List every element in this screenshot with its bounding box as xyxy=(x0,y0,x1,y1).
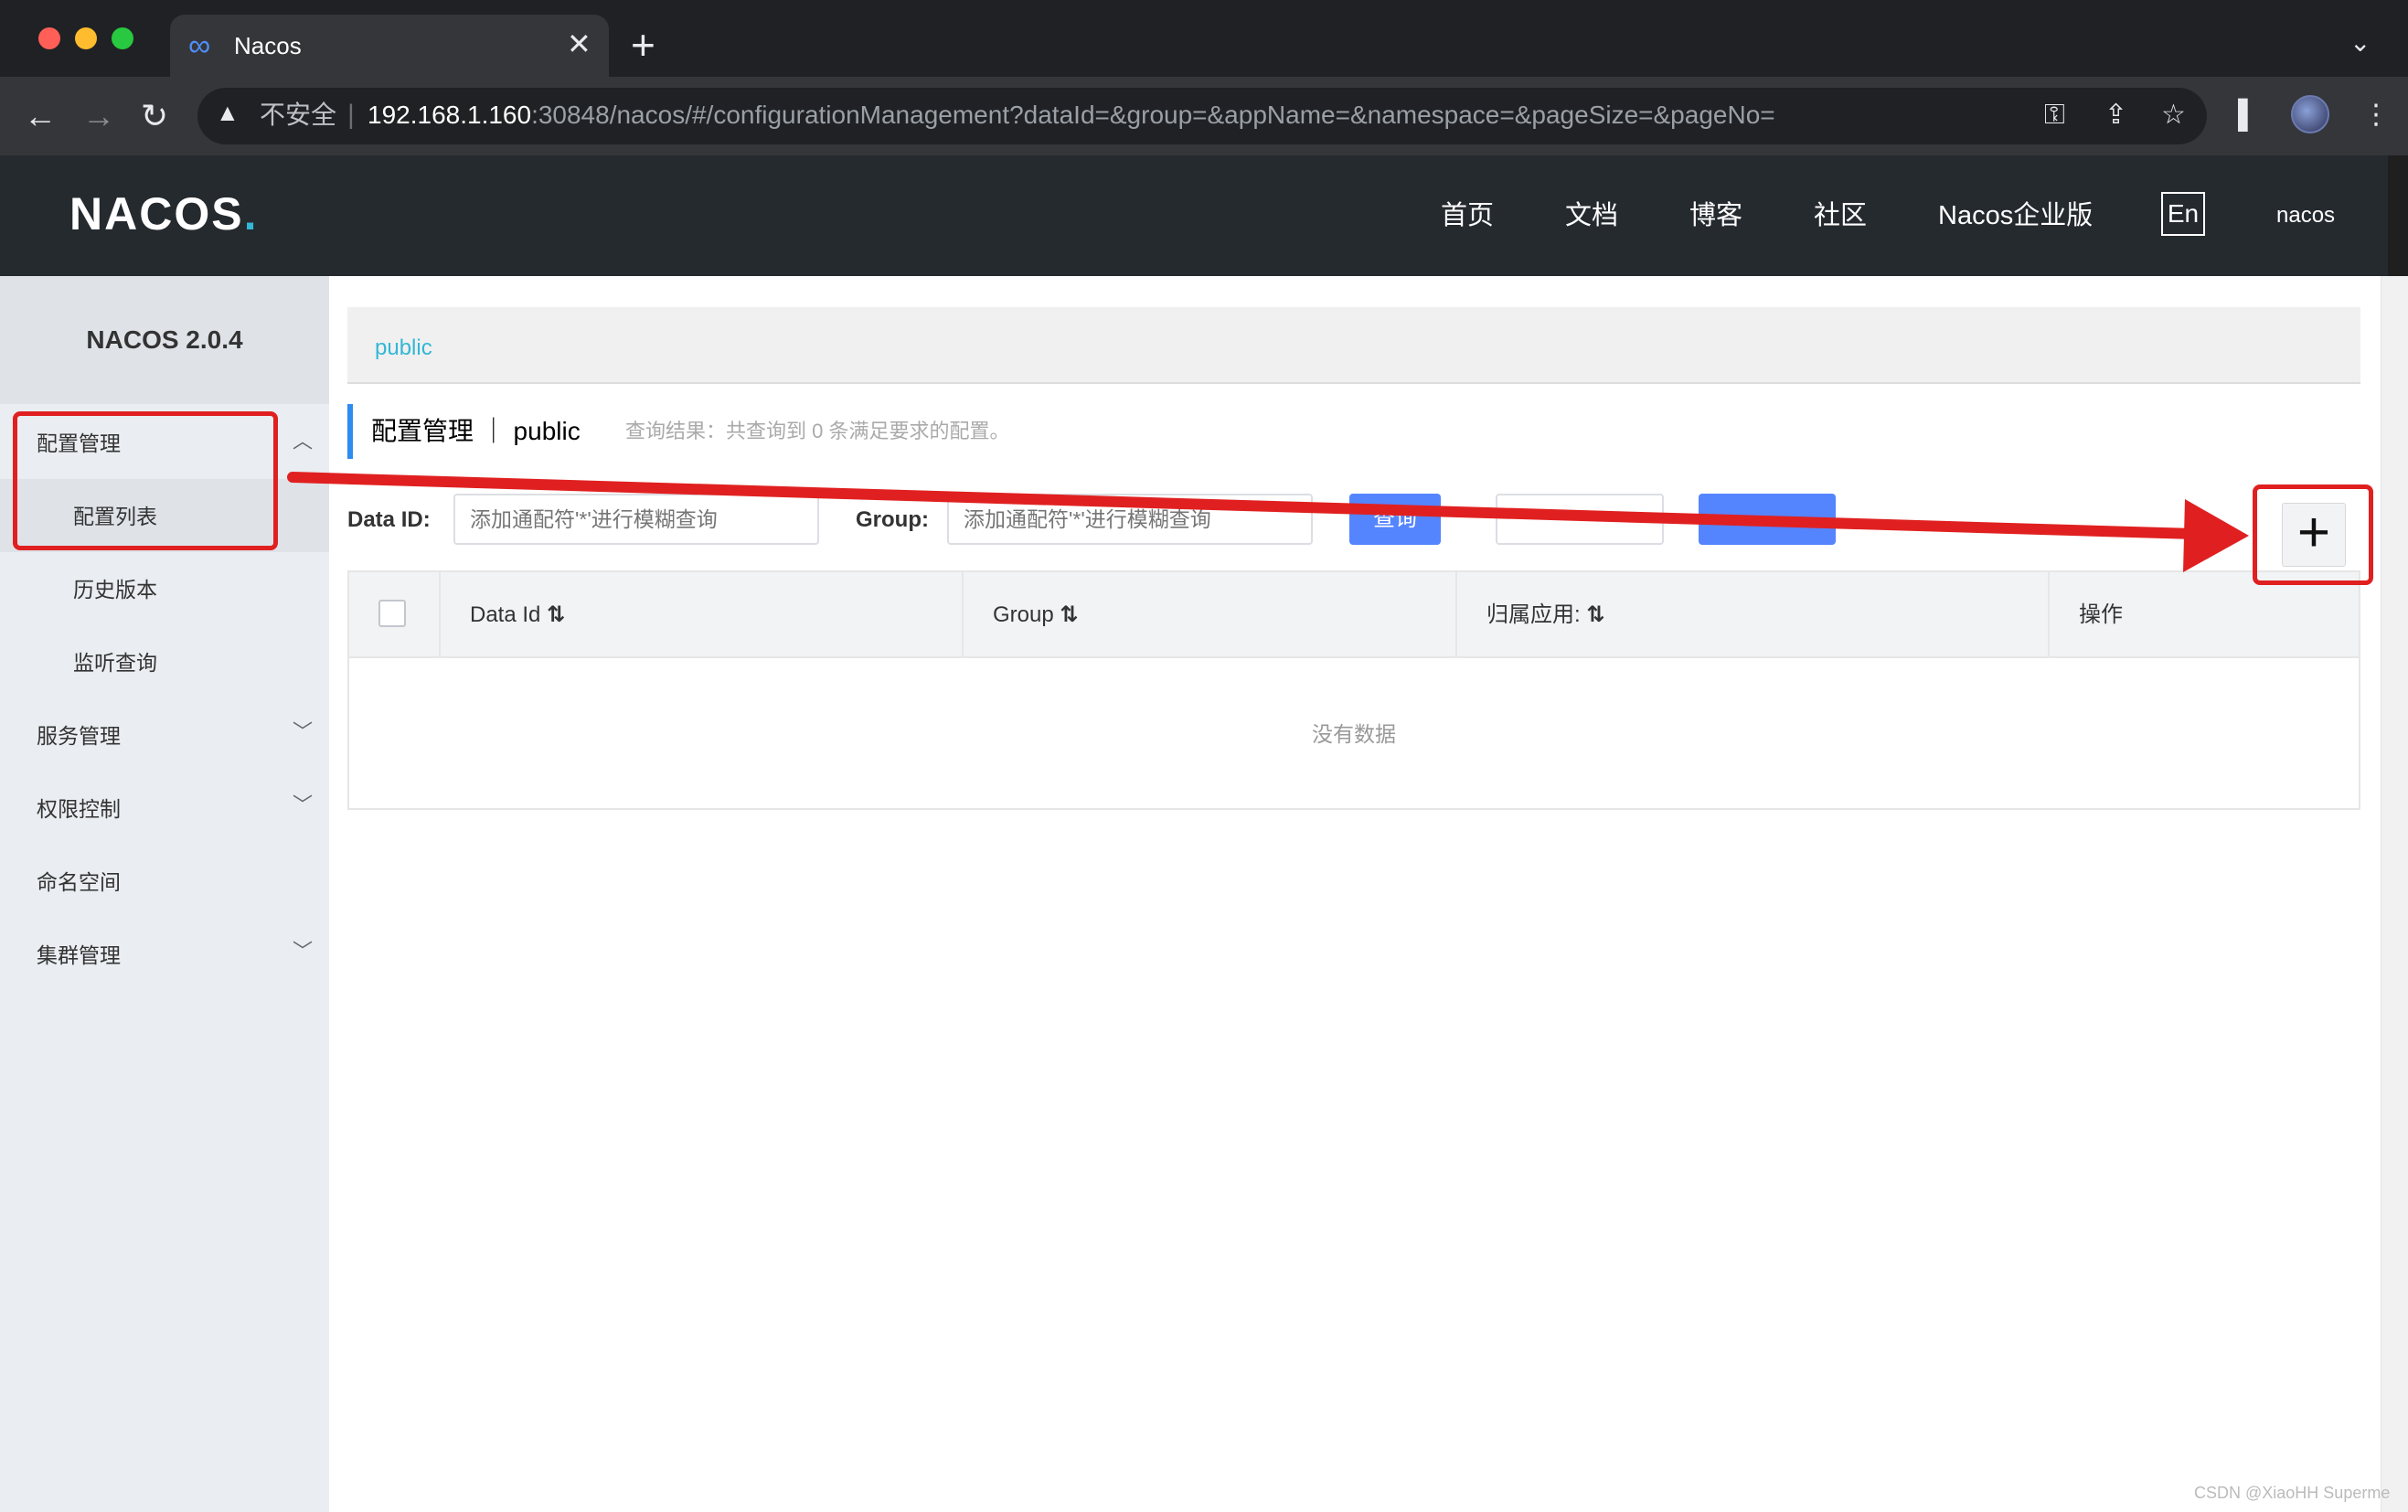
chevron-down-icon[interactable]: ﹀ xyxy=(293,938,313,965)
column-app-label: 归属应用: xyxy=(1486,602,1581,627)
sidebar-item-listener-query[interactable]: 监听查询 xyxy=(73,647,157,678)
watermark: CSDN @XiaoHH Superme xyxy=(2194,1484,2391,1502)
sidebar-title: NACOS 2.0.4 xyxy=(86,325,243,354)
nacos-logo[interactable]: NACOS. xyxy=(69,186,258,241)
namespace-bar xyxy=(347,307,2360,384)
group-label: Group: xyxy=(856,507,929,532)
import-config-button[interactable] xyxy=(1699,494,1836,545)
logo-text: NACOS xyxy=(69,188,244,240)
security-label[interactable]: 不安全 xyxy=(260,97,336,133)
reload-icon[interactable]: ↻ xyxy=(141,95,168,137)
add-button-highlight-annotation xyxy=(2253,484,2373,585)
warning-icon[interactable]: ▲ xyxy=(216,99,240,127)
page-title-accent xyxy=(347,404,353,459)
data-id-label: Data ID: xyxy=(347,507,431,532)
sort-icon[interactable]: ⇅ xyxy=(547,602,565,627)
group-input[interactable] xyxy=(947,494,1313,545)
column-group[interactable]: Group ⇅ xyxy=(993,600,1078,631)
user-menu[interactable]: nacos xyxy=(2276,201,2335,230)
nav-community[interactable]: 社区 xyxy=(1814,197,1867,234)
namespace-public-link[interactable]: public xyxy=(375,333,432,364)
column-divider xyxy=(2048,572,2050,658)
query-result-text: 查询结果：共查询到 0 条满足要求的配置。 xyxy=(625,420,1010,442)
empty-table-message: 没有数据 xyxy=(1312,722,1396,746)
column-app[interactable]: 归属应用: ⇅ xyxy=(1486,600,1604,631)
page-title: 配置管理 ｜ public xyxy=(371,417,581,445)
main-content xyxy=(329,276,2388,1512)
side-panel-icon[interactable]: ▌ xyxy=(2238,97,2257,133)
sidebar-highlight-annotation xyxy=(13,411,278,550)
chevron-down-icon[interactable]: ﹀ xyxy=(293,792,313,819)
column-data-id[interactable]: Data Id ⇅ xyxy=(470,600,565,631)
sort-icon[interactable]: ⇅ xyxy=(1586,602,1604,627)
url-path: :30848/nacos/#/configurationManagement?d… xyxy=(531,101,1775,129)
data-id-input[interactable] xyxy=(453,494,819,545)
chevron-down-icon[interactable]: ﹀ xyxy=(293,719,313,746)
share-icon[interactable]: ⇪ xyxy=(2104,97,2127,133)
minimize-window-button[interactable] xyxy=(75,27,97,49)
sidebar-item-access-control[interactable]: 权限控制 xyxy=(37,793,121,825)
logo-dot: . xyxy=(243,188,259,240)
column-divider xyxy=(1455,572,1457,658)
sidebar-item-namespace[interactable]: 命名空间 xyxy=(37,867,121,898)
url-host: 192.168.1.160 xyxy=(368,101,532,129)
column-actions: 操作 xyxy=(2079,602,2123,627)
sidebar-item-history[interactable]: 历史版本 xyxy=(73,574,157,605)
key-icon[interactable]: ⚿ xyxy=(2044,97,2065,133)
sidebar-item-service-management[interactable]: 服务管理 xyxy=(37,720,121,751)
url-text[interactable]: 192.168.1.160:30848/nacos/#/configuratio… xyxy=(368,97,1775,133)
column-group-label: Group xyxy=(993,602,1054,627)
maximize-window-button[interactable] xyxy=(112,27,133,49)
back-arrow-icon[interactable]: ← xyxy=(24,95,57,137)
table-header xyxy=(349,572,2359,658)
scrollbar[interactable] xyxy=(2381,276,2408,1512)
profile-avatar[interactable] xyxy=(2291,95,2329,133)
close-window-button[interactable] xyxy=(38,27,60,49)
column-divider xyxy=(962,572,964,658)
nav-blog[interactable]: 博客 xyxy=(1689,197,1742,234)
query-button[interactable]: 查询 xyxy=(1349,494,1441,545)
column-data-id-label: Data Id xyxy=(470,602,541,627)
select-all-checkbox[interactable] xyxy=(378,600,406,627)
chevron-up-icon[interactable]: ︿ xyxy=(293,428,313,455)
new-tab-icon[interactable]: + xyxy=(631,22,655,68)
sort-icon[interactable]: ⇅ xyxy=(1060,602,1078,627)
forward-arrow-icon[interactable]: → xyxy=(82,95,115,137)
bookmark-star-icon[interactable]: ☆ xyxy=(2161,97,2186,133)
nav-docs[interactable]: 文档 xyxy=(1565,197,1618,234)
nacos-favicon-icon: ∞ xyxy=(188,28,211,63)
sidebar-item-cluster-management[interactable]: 集群管理 xyxy=(37,940,121,971)
close-tab-icon[interactable]: ✕ xyxy=(567,26,591,62)
address-separator: | xyxy=(347,100,355,130)
nav-enterprise[interactable]: Nacos企业版 xyxy=(1938,197,2093,234)
tab-search-chevron-icon[interactable]: ⌄ xyxy=(2349,27,2371,58)
advanced-query-select[interactable] xyxy=(1496,494,1664,545)
nav-home[interactable]: 首页 xyxy=(1441,197,1494,234)
language-switch-button[interactable]: En xyxy=(2161,192,2205,236)
tab-title: Nacos xyxy=(234,32,302,59)
browser-menu-icon[interactable]: ⋮ xyxy=(2362,97,2390,133)
column-divider xyxy=(439,572,441,658)
